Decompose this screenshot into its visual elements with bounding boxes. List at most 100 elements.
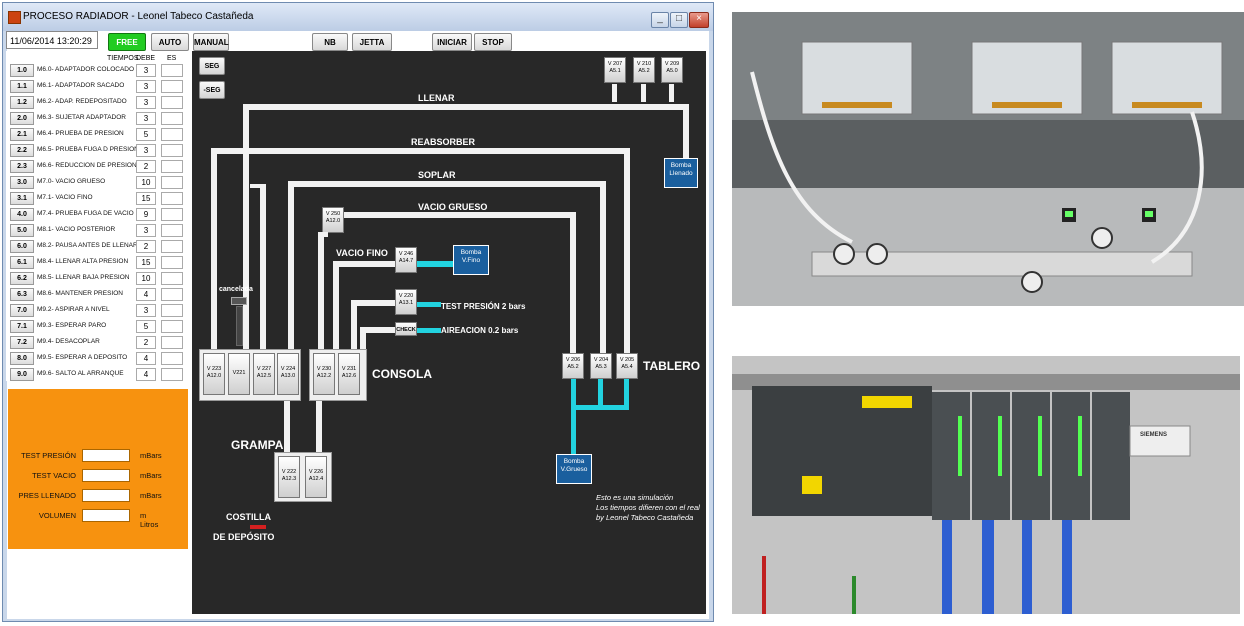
debe-field[interactable]: 5: [136, 320, 156, 333]
es-field[interactable]: [161, 320, 183, 333]
pump-vacio-fino[interactable]: Bomba V.Fino: [453, 245, 489, 275]
measure-field[interactable]: [82, 469, 130, 482]
es-field[interactable]: [161, 256, 183, 269]
es-field[interactable]: [161, 240, 183, 253]
debe-field[interactable]: 15: [136, 256, 156, 269]
step-button[interactable]: 1.1: [10, 80, 34, 93]
step-button[interactable]: 9.0: [10, 368, 34, 381]
es-field[interactable]: [161, 128, 183, 141]
valve-v226[interactable]: V 226 A12.4: [305, 456, 327, 498]
measure-field[interactable]: [82, 509, 130, 522]
pipe-vacio-grueso-right: [570, 212, 576, 353]
valve-v222[interactable]: V 222 A12.3: [278, 456, 300, 498]
stop-button[interactable]: STOP: [474, 33, 512, 51]
step-button[interactable]: 2.1: [10, 128, 34, 141]
measure-field[interactable]: [82, 449, 130, 462]
valve-v223[interactable]: V 223 A12.0: [203, 353, 225, 395]
pump-vacio-grueso[interactable]: Bomba V.Grueso: [556, 454, 592, 484]
debe-field[interactable]: 9: [136, 208, 156, 221]
debe-field[interactable]: 3: [136, 64, 156, 77]
step-button[interactable]: 2.0: [10, 112, 34, 125]
debe-field[interactable]: 3: [136, 112, 156, 125]
step-button[interactable]: 8.0: [10, 352, 34, 365]
es-field[interactable]: [161, 64, 183, 77]
debe-field[interactable]: 3: [136, 96, 156, 109]
pump-llenado[interactable]: Bomba Llenado: [664, 158, 698, 188]
debe-field[interactable]: 2: [136, 240, 156, 253]
valve-v209[interactable]: V 209 A5.0: [661, 57, 683, 83]
auto-button[interactable]: AUTO: [151, 33, 189, 51]
nb-button[interactable]: NB: [312, 33, 348, 51]
valve-v250[interactable]: V 250 A12.0: [322, 207, 344, 233]
valve-v246[interactable]: V 246 A14.7: [395, 247, 417, 273]
debe-field[interactable]: 15: [136, 192, 156, 205]
es-field[interactable]: [161, 352, 183, 365]
valve-v231[interactable]: V 231 A12.6: [338, 353, 360, 395]
valve-v227[interactable]: V 227 A12.5: [253, 353, 275, 395]
seg-button[interactable]: SEG: [199, 57, 225, 75]
step-button[interactable]: 7.0: [10, 304, 34, 317]
debe-field[interactable]: 2: [136, 160, 156, 173]
step-button[interactable]: 7.1: [10, 320, 34, 333]
manual-button[interactable]: MANUAL: [193, 33, 229, 51]
measure-field[interactable]: [82, 489, 130, 502]
step-button[interactable]: 5.0: [10, 224, 34, 237]
step-button[interactable]: 3.1: [10, 192, 34, 205]
step-button[interactable]: 4.0: [10, 208, 34, 221]
debe-field[interactable]: 5: [136, 128, 156, 141]
free-button[interactable]: FREE: [108, 33, 146, 51]
valve-v210[interactable]: V 210 A5.2: [633, 57, 655, 83]
step-button[interactable]: 2.2: [10, 144, 34, 157]
close-button[interactable]: ×: [689, 12, 709, 28]
valve-v204[interactable]: V 204 A5.3: [590, 353, 612, 379]
step-button[interactable]: 7.2: [10, 336, 34, 349]
es-field[interactable]: [161, 144, 183, 157]
es-field[interactable]: [161, 288, 183, 301]
debe-field[interactable]: 3: [136, 304, 156, 317]
minimize-button[interactable]: _: [651, 12, 669, 28]
step-button[interactable]: 6.3: [10, 288, 34, 301]
step-button[interactable]: 6.2: [10, 272, 34, 285]
es-field[interactable]: [161, 160, 183, 173]
es-field[interactable]: [161, 80, 183, 93]
debe-field[interactable]: 4: [136, 288, 156, 301]
valve-v205[interactable]: V 205 A5.4: [616, 353, 638, 379]
debe-field[interactable]: 3: [136, 144, 156, 157]
reabsorber-label: REABSORBER: [411, 137, 476, 147]
debe-field[interactable]: 2: [136, 336, 156, 349]
step-button[interactable]: 6.0: [10, 240, 34, 253]
maximize-button[interactable]: □: [670, 12, 688, 28]
es-field[interactable]: [161, 112, 183, 125]
step-button[interactable]: 6.1: [10, 256, 34, 269]
es-field[interactable]: [161, 272, 183, 285]
seg-minus-button[interactable]: -SEG: [199, 81, 225, 99]
es-field[interactable]: [161, 368, 183, 381]
datetime-field[interactable]: 11/06/2014 13:20:29: [6, 31, 98, 49]
es-field[interactable]: [161, 96, 183, 109]
debe-field[interactable]: 4: [136, 368, 156, 381]
valve-v230[interactable]: V 230 A12.2: [313, 353, 335, 395]
es-field[interactable]: [161, 192, 183, 205]
es-field[interactable]: [161, 304, 183, 317]
es-field[interactable]: [161, 176, 183, 189]
valve-v221[interactable]: V221: [228, 353, 250, 395]
debe-field[interactable]: 10: [136, 176, 156, 189]
es-field[interactable]: [161, 208, 183, 221]
debe-field[interactable]: 4: [136, 352, 156, 365]
check-valve[interactable]: CHECK: [395, 322, 417, 336]
es-field[interactable]: [161, 224, 183, 237]
debe-field[interactable]: 3: [136, 224, 156, 237]
valve-v206[interactable]: V 206 A5.2: [562, 353, 584, 379]
valve-v220[interactable]: V 220 A13.1: [395, 289, 417, 315]
step-button[interactable]: 3.0: [10, 176, 34, 189]
debe-field[interactable]: 10: [136, 272, 156, 285]
step-button[interactable]: 1.0: [10, 64, 34, 77]
valve-v207[interactable]: V 207 A5.1: [604, 57, 626, 83]
es-field[interactable]: [161, 336, 183, 349]
jetta-button[interactable]: JETTA: [352, 33, 392, 51]
iniciar-button[interactable]: INICIAR: [432, 33, 472, 51]
step-button[interactable]: 2.3: [10, 160, 34, 173]
step-button[interactable]: 1.2: [10, 96, 34, 109]
debe-field[interactable]: 3: [136, 80, 156, 93]
valve-v224[interactable]: V 224 A13.0: [277, 353, 299, 395]
